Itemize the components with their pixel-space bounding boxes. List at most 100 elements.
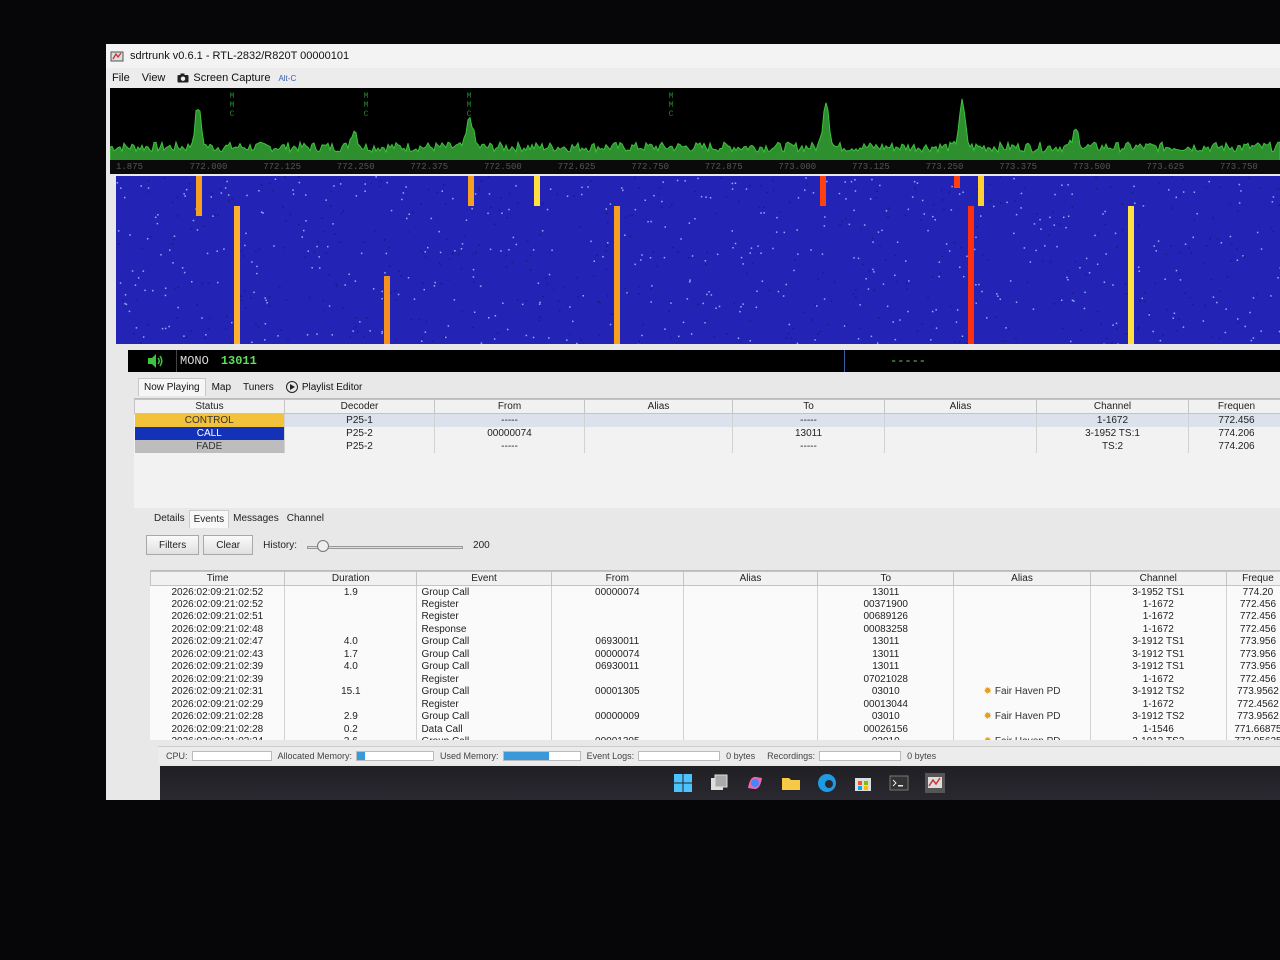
event-cell-event: Group Call — [416, 585, 552, 598]
tab-channel[interactable]: Channel — [283, 510, 328, 528]
np-col-header[interactable]: Decoder — [284, 399, 435, 414]
tab-playlist-editor[interactable]: Playlist Editor — [280, 377, 369, 397]
waterfall-noise — [438, 262, 441, 264]
waterfall-noise — [282, 206, 284, 208]
np-col-header[interactable]: Alias — [584, 399, 733, 414]
tab-tuners[interactable]: Tuners — [237, 378, 280, 397]
event-row[interactable]: 2026:02:09:21:02:28 2.9 Group Call 00000009… — [150, 710, 1280, 723]
terminal-icon[interactable] — [888, 772, 910, 794]
tab-details[interactable]: Details — [150, 510, 189, 528]
filters-button[interactable]: Filters — [146, 535, 200, 555]
waterfall-noise — [140, 342, 142, 344]
np-col-header[interactable]: Frequen — [1188, 399, 1280, 414]
tab-map[interactable]: Map — [206, 378, 237, 397]
event-row[interactable]: 2026:02:09:21:02:39 Register 07021028 1-167… — [150, 673, 1280, 686]
menu-view[interactable]: View — [136, 72, 172, 84]
waterfall-noise — [935, 309, 937, 311]
waterfall-noise — [475, 251, 477, 254]
events-col-header[interactable]: Channel — [1089, 571, 1227, 586]
edge-icon[interactable] — [816, 772, 838, 794]
events-col-header[interactable]: Freque — [1225, 571, 1280, 586]
frequency-tick-label: 773.625 — [1146, 162, 1185, 172]
tab-now-playing[interactable]: Now Playing — [138, 378, 206, 396]
waterfall-noise — [1015, 337, 1017, 340]
events-col-header[interactable]: Event — [416, 571, 552, 586]
events-col-header[interactable]: To — [817, 571, 955, 586]
events-col-header[interactable]: Time — [150, 571, 286, 586]
event-row[interactable]: 2026:02:09:21:02:51 Register 00689126 1-167… — [150, 610, 1280, 623]
now-playing-row[interactable]: FADE P25-2 ----- ----- TS:2 774.206 — [134, 439, 1280, 453]
waterfall-noise — [740, 306, 742, 308]
np-col-header[interactable]: From — [434, 399, 585, 414]
channel-marker[interactable]: MMC — [667, 92, 675, 119]
waterfall-noise — [659, 187, 662, 189]
waterfall-noise — [1175, 269, 1178, 272]
now-playing-row[interactable]: CONTROL P25-1 ----- ----- 1-1672 772.456 — [134, 413, 1280, 427]
waterfall-noise — [1000, 202, 1002, 204]
waterfall-noise — [1173, 312, 1176, 314]
waterfall-signal-trace — [196, 176, 202, 216]
np-col-header[interactable]: To — [732, 399, 885, 414]
waterfall-noise — [418, 319, 420, 321]
tab-events[interactable]: Events — [188, 510, 230, 528]
event-row[interactable]: 2026:02:09:21:02:39 4.0 Group Call 06930011… — [150, 660, 1280, 673]
waterfall-display[interactable] — [116, 176, 1280, 344]
history-slider[interactable] — [307, 538, 464, 552]
windows-start-icon[interactable] — [672, 772, 694, 794]
menu-file[interactable]: File — [106, 72, 136, 84]
audio-idle-indicator: ----- — [890, 354, 927, 368]
waterfall-noise — [841, 220, 844, 222]
channel-marker[interactable]: MMC — [228, 92, 236, 119]
waterfall-noise — [142, 270, 145, 272]
waterfall-noise — [147, 323, 149, 326]
waterfall-noise — [471, 326, 474, 329]
waterfall-noise — [117, 230, 120, 232]
np-col-header[interactable]: Status — [134, 399, 285, 414]
waterfall-noise — [541, 230, 544, 232]
spectrum-display[interactable]: 1.875 772.000 772.125 772.250 772.375 772.500… — [110, 88, 1280, 174]
event-row[interactable]: 2026:02:09:21:02:48 Response 00083258 1-167… — [150, 623, 1280, 636]
waterfall-noise — [672, 246, 674, 249]
file-explorer-icon[interactable] — [780, 772, 802, 794]
menu-screen-capture[interactable]: Screen Capture Alt-C — [171, 72, 302, 84]
events-col-header[interactable]: Alias — [682, 571, 819, 586]
history-slider-thumb[interactable] — [317, 540, 330, 552]
np-col-header[interactable]: Channel — [1036, 399, 1189, 414]
store-icon[interactable] — [852, 772, 874, 794]
event-cell-time: 2026:02:09:21:02:31 — [150, 685, 286, 698]
events-col-header[interactable]: Duration — [284, 571, 418, 586]
waterfall-noise — [493, 338, 496, 340]
event-row[interactable]: 2026:02:09:21:02:31 15.1 Group Call 0000130… — [150, 685, 1280, 698]
event-row[interactable]: 2026:02:09:21:02:28 0.2 Data Call 00026156 1… — [150, 723, 1280, 736]
channel-marker[interactable]: MMC — [362, 92, 370, 119]
events-col-header[interactable]: From — [550, 571, 684, 586]
event-row[interactable]: 2026:02:09:21:02:47 4.0 Group Call 06930011… — [150, 635, 1280, 648]
waterfall-noise — [1023, 186, 1026, 189]
frequency-tick-label: 772.500 — [484, 162, 522, 172]
waterfall-noise — [894, 274, 896, 277]
waterfall-noise — [303, 229, 305, 232]
waterfall-noise — [869, 198, 872, 200]
event-row[interactable]: 2026:02:09:21:02:43 1.7 Group Call 00000074… — [150, 648, 1280, 661]
waterfall-noise — [323, 309, 325, 312]
waterfall-noise — [352, 330, 354, 332]
sdrtrunk-icon[interactable] — [924, 772, 946, 794]
channel-marker[interactable]: MMC — [465, 92, 473, 119]
event-row[interactable]: 2026:02:09:21:02:29 Register 00013044 1-167… — [150, 698, 1280, 711]
speaker-icon[interactable] — [146, 353, 164, 369]
event-row[interactable]: 2026:02:09:21:02:52 Register 00371900 1-167… — [150, 598, 1280, 611]
waterfall-noise — [1096, 263, 1099, 265]
event-cell-from: 00000074 — [551, 648, 684, 661]
waterfall-noise — [1148, 312, 1151, 314]
waterfall-noise — [1059, 298, 1062, 301]
task-view-icon[interactable] — [708, 772, 730, 794]
np-col-header[interactable]: Alias — [884, 399, 1037, 414]
waterfall-noise — [962, 191, 964, 193]
clear-button[interactable]: Clear — [203, 535, 254, 555]
tab-messages[interactable]: Messages — [229, 510, 283, 528]
event-row[interactable]: 2026:02:09:21:02:243.6Group Call00001305… — [150, 735, 1280, 740]
events-col-header[interactable]: Alias — [953, 571, 1091, 586]
now-playing-row[interactable]: CALL P25-2 00000074 13011 3-1952 TS:1 774.206 — [134, 426, 1280, 440]
copilot-icon[interactable] — [744, 772, 766, 794]
event-row[interactable]: 2026:02:09:21:02:52 1.9 Group Call 00000074… — [150, 585, 1280, 598]
